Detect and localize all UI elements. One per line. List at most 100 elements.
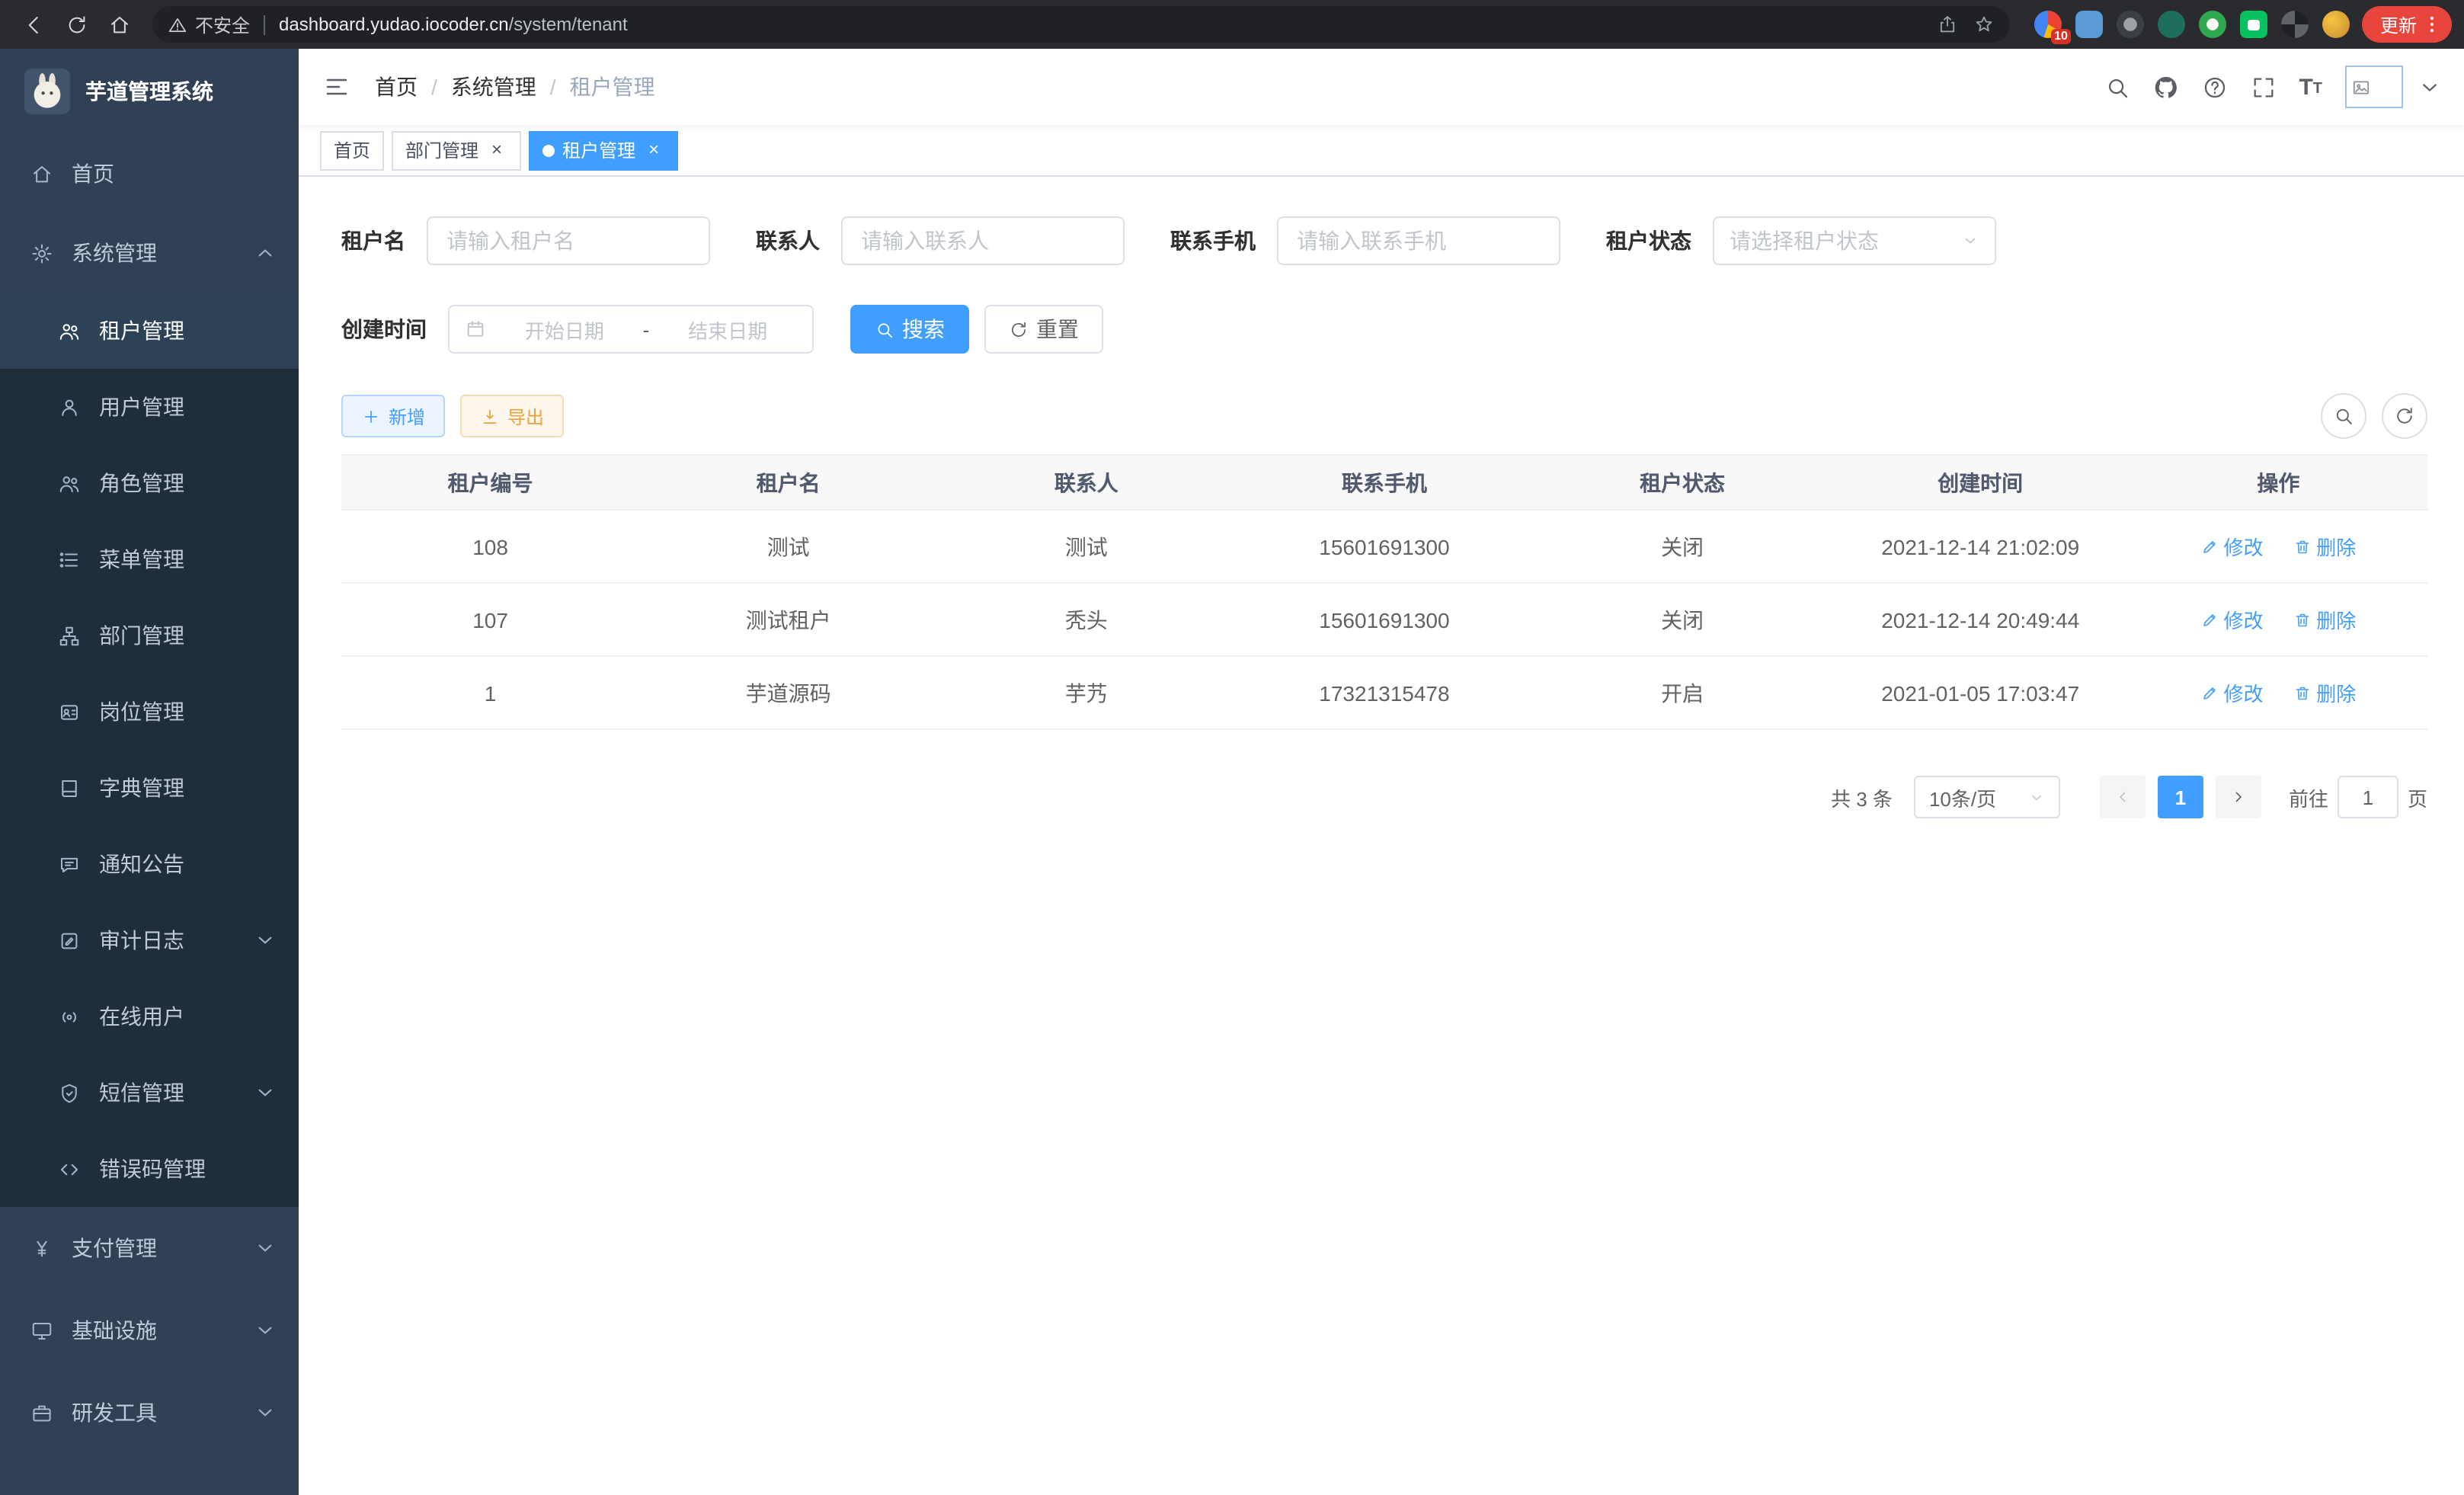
tab-dept-management[interactable]: 部门管理 × — [392, 130, 521, 170]
browser-reload-button[interactable] — [55, 3, 98, 46]
tab-home[interactable]: 首页 — [320, 130, 384, 170]
refresh-table-button[interactable] — [2382, 393, 2427, 439]
sidebar-item-notice[interactable]: 通知公告 — [0, 826, 299, 902]
column-header-contact: 联系人 — [937, 455, 1235, 510]
help-button[interactable] — [2201, 74, 2227, 100]
table-row: 108 测试 测试 15601691300 关闭 2021-12-14 21:0… — [341, 510, 2427, 583]
breadcrumb-item-home[interactable]: 首页 — [375, 72, 418, 102]
sidebar-toggle-button[interactable] — [299, 49, 375, 125]
sidebar-item-dict-management[interactable]: 字典管理 — [0, 750, 299, 826]
delete-link[interactable]: 删除 — [2293, 532, 2356, 561]
sidebar-item-role-management[interactable]: 角色管理 — [0, 445, 299, 521]
sidebar-item-label: 首页 — [72, 158, 114, 189]
tenant-status-select[interactable]: 请选择租户状态 — [1713, 216, 1996, 265]
page-size-select[interactable]: 10条/页 — [1914, 776, 2060, 818]
sidebar-item-error-code-management[interactable]: 错误码管理 — [0, 1131, 299, 1207]
tab-label: 部门管理 — [405, 137, 478, 163]
browser-toolbar: 不安全 dashboard.yudao.iocoder.cn /system/t… — [0, 0, 2464, 49]
search-button[interactable]: 搜索 — [850, 305, 969, 354]
sidebar-item-user-management[interactable]: 用户管理 — [0, 369, 299, 445]
toggle-search-button[interactable] — [2321, 393, 2366, 439]
extension-icon[interactable] — [2158, 11, 2185, 38]
extension-icon-adblock[interactable]: 10 — [2034, 11, 2062, 38]
breadcrumb-separator: / — [550, 75, 556, 99]
cell-status: 关闭 — [1534, 510, 1832, 583]
security-chip[interactable]: 不安全 — [168, 11, 250, 37]
sidebar-item-sms-management[interactable]: 短信管理 — [0, 1055, 299, 1131]
address-bar[interactable]: 不安全 dashboard.yudao.iocoder.cn /system/t… — [152, 6, 2010, 43]
edit-link[interactable]: 修改 — [2200, 605, 2263, 634]
sidebar-item-post-management[interactable]: 岗位管理 — [0, 674, 299, 750]
close-icon[interactable]: × — [643, 139, 664, 161]
delete-link[interactable]: 删除 — [2293, 605, 2356, 634]
cell-created: 2021-12-14 20:49:44 — [1832, 583, 2130, 656]
extension-icon[interactable] — [2075, 11, 2103, 38]
sidebar-item-pay-management[interactable]: 支付管理 — [0, 1207, 299, 1289]
sidebar-item-label: 字典管理 — [99, 773, 184, 803]
page-number-current[interactable]: 1 — [2158, 776, 2203, 818]
create-time-label: 创建时间 — [341, 314, 427, 344]
breadcrumb-item-system[interactable]: 系统管理 — [451, 72, 536, 102]
contact-input[interactable] — [841, 216, 1125, 265]
next-page-button[interactable] — [2216, 776, 2261, 818]
tenant-name-input[interactable] — [427, 216, 710, 265]
tab-label: 首页 — [334, 137, 370, 163]
cell-status: 开启 — [1534, 656, 1832, 729]
extension-icon[interactable] — [2322, 11, 2350, 38]
font-size-button[interactable] — [2299, 75, 2322, 98]
role-icon — [58, 472, 81, 495]
edit-link[interactable]: 修改 — [2200, 678, 2263, 707]
edit-link[interactable]: 修改 — [2200, 532, 2263, 561]
search-icon — [2333, 405, 2354, 427]
broken-image-icon — [2351, 77, 2371, 97]
share-icon[interactable] — [1937, 14, 1958, 35]
extension-icon[interactable] — [2281, 11, 2309, 38]
reset-button[interactable]: 重置 — [984, 305, 1103, 354]
sidebar-item-menu-management[interactable]: 菜单管理 — [0, 521, 299, 597]
chevron-down-icon — [253, 1318, 277, 1343]
cell-actions: 修改 删除 — [2130, 656, 2427, 729]
extension-icon[interactable] — [2117, 11, 2144, 38]
browser-home-button[interactable] — [98, 3, 140, 46]
sidebar-item-label: 基础设施 — [72, 1315, 157, 1346]
prev-page-button[interactable] — [2100, 776, 2146, 818]
page-size-value: 10条/页 — [1929, 783, 1996, 812]
caret-down-icon[interactable] — [2417, 74, 2443, 100]
extension-icon[interactable] — [2240, 11, 2267, 38]
browser-update-menu-button[interactable]: 更新 — [2362, 6, 2452, 43]
github-button[interactable] — [2152, 74, 2178, 100]
main-area: 首页 / 系统管理 / 租户管理 — [299, 49, 2464, 1495]
sidebar-item-home[interactable]: 首页 — [0, 134, 299, 213]
trash-icon — [2293, 683, 2312, 702]
home-icon — [30, 162, 53, 185]
delete-link[interactable]: 删除 — [2293, 678, 2356, 707]
create-time-range-picker[interactable]: 开始日期 - 结束日期 — [448, 305, 814, 354]
fullscreen-button[interactable] — [2250, 74, 2276, 100]
contact-phone-input[interactable] — [1277, 216, 1560, 265]
sidebar-item-label: 审计日志 — [99, 925, 184, 956]
header-search-button[interactable] — [2104, 74, 2130, 100]
tab-tenant-management[interactable]: 租户管理 × — [529, 130, 678, 170]
sidebar-item-online-users[interactable]: 在线用户 — [0, 978, 299, 1055]
bookmark-star-icon[interactable] — [1973, 14, 1995, 35]
extension-icon[interactable] — [2199, 11, 2226, 38]
date-end-placeholder: 结束日期 — [658, 315, 797, 344]
add-button[interactable]: 新增 — [341, 395, 445, 437]
sidebar-item-label: 租户管理 — [99, 315, 184, 346]
sidebar-item-tenant-management[interactable]: 租户管理 — [0, 293, 299, 369]
close-icon[interactable]: × — [486, 139, 507, 161]
sidebar-item-dept-management[interactable]: 部门管理 — [0, 597, 299, 674]
avatar[interactable] — [2345, 66, 2403, 108]
browser-back-button[interactable] — [12, 3, 55, 46]
app-logo[interactable]: 芋道管理系统 — [0, 49, 299, 134]
user-icon — [58, 395, 81, 418]
post-icon — [58, 700, 81, 723]
sidebar-item-audit-log[interactable]: 审计日志 — [0, 902, 299, 978]
sidebar-item-dev-tools[interactable]: 研发工具 — [0, 1372, 299, 1454]
sidebar-item-system-management[interactable]: 系统管理 — [0, 213, 299, 293]
sidebar-item-infrastructure[interactable]: 基础设施 — [0, 1289, 299, 1372]
refresh-icon — [2394, 405, 2415, 427]
goto-page-input[interactable] — [2338, 776, 2398, 818]
export-button[interactable]: 导出 — [460, 395, 564, 437]
url-host: dashboard.yudao.iocoder.cn — [279, 14, 509, 35]
